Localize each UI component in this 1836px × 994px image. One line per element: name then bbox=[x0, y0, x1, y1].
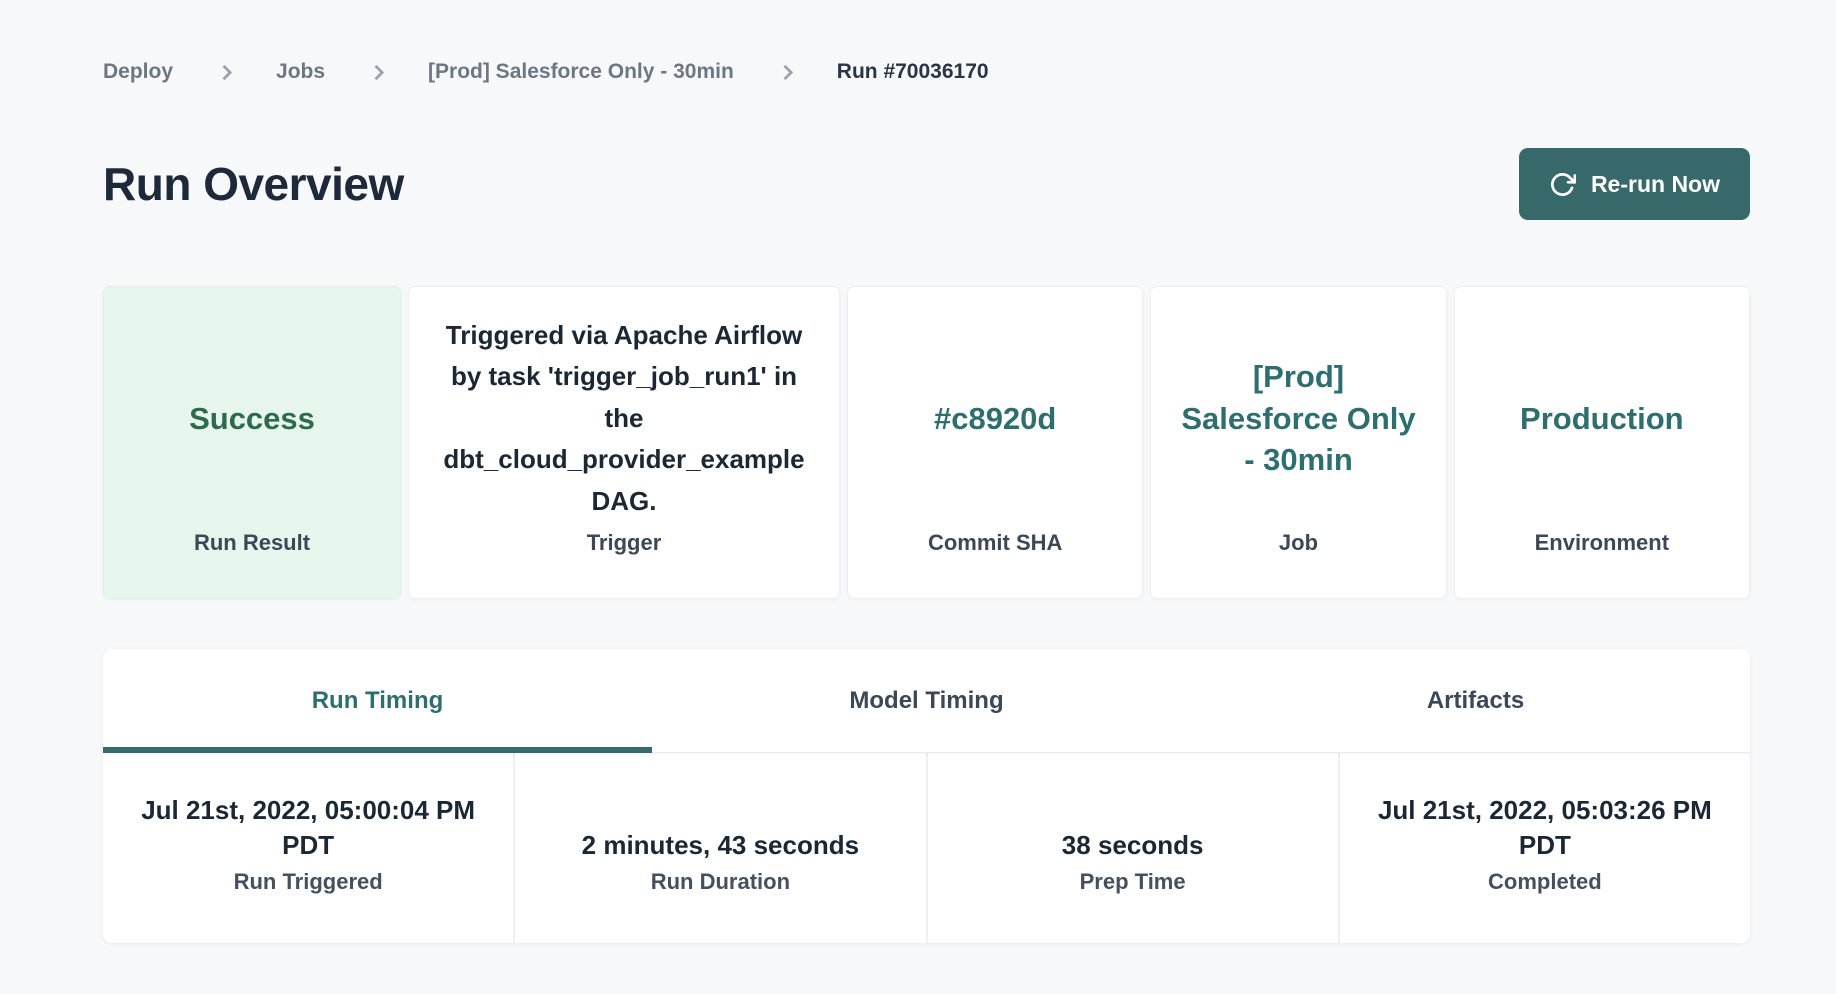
trigger-value: Triggered via Apache Airflow by task 'tr… bbox=[438, 315, 810, 523]
breadcrumb-item-jobs[interactable]: Jobs bbox=[276, 60, 325, 84]
breadcrumb: Deploy Jobs [Prod] Salesforce Only - 30m… bbox=[103, 60, 1750, 84]
tab-artifacts[interactable]: Artifacts bbox=[1201, 649, 1750, 752]
run-detail-card: Run Timing Model Timing Artifacts Jul 21… bbox=[103, 649, 1750, 943]
breadcrumb-item-deploy[interactable]: Deploy bbox=[103, 60, 173, 84]
environment-card: Production Environment bbox=[1454, 286, 1750, 599]
completed-label: Completed bbox=[1488, 869, 1602, 895]
run-duration-label: Run Duration bbox=[651, 869, 790, 895]
page-title: Run Overview bbox=[103, 157, 404, 211]
tab-bar: Run Timing Model Timing Artifacts bbox=[103, 649, 1750, 753]
chevron-right-icon bbox=[217, 64, 233, 80]
run-triggered-card: Jul 21st, 2022, 05:00:04 PM PDT Run Trig… bbox=[103, 753, 513, 943]
run-triggered-value: Jul 21st, 2022, 05:00:04 PM PDT bbox=[127, 793, 489, 863]
run-result-card: Success Run Result bbox=[103, 286, 401, 599]
trigger-card: Triggered via Apache Airflow by task 'tr… bbox=[408, 286, 840, 599]
completed-value: Jul 21st, 2022, 05:03:26 PM PDT bbox=[1364, 793, 1726, 863]
prep-time-value: 38 seconds bbox=[1062, 828, 1204, 863]
commit-sha-label: Commit SHA bbox=[928, 530, 1062, 598]
job-card: [Prod] Salesforce Only - 30min Job bbox=[1150, 286, 1446, 599]
chevron-right-icon bbox=[369, 64, 385, 80]
job-label: Job bbox=[1279, 530, 1318, 598]
environment-label: Environment bbox=[1535, 530, 1669, 598]
tab-run-timing[interactable]: Run Timing bbox=[103, 649, 652, 752]
environment-link[interactable]: Production bbox=[1520, 398, 1684, 440]
header: Run Overview Re-run Now bbox=[103, 146, 1750, 222]
prep-time-label: Prep Time bbox=[1080, 869, 1186, 895]
run-duration-value: 2 minutes, 43 seconds bbox=[582, 828, 859, 863]
run-summary-cards: Success Run Result Triggered via Apache … bbox=[103, 286, 1750, 599]
run-overview-page: Deploy Jobs [Prod] Salesforce Only - 30m… bbox=[103, 60, 1750, 943]
rerun-now-button[interactable]: Re-run Now bbox=[1519, 148, 1750, 220]
run-result-label: Run Result bbox=[194, 530, 310, 598]
trigger-label: Trigger bbox=[587, 530, 662, 598]
chevron-right-icon bbox=[778, 64, 794, 80]
prep-time-card: 38 seconds Prep Time bbox=[926, 753, 1338, 943]
completed-card: Jul 21st, 2022, 05:03:26 PM PDT Complete… bbox=[1338, 753, 1750, 943]
breadcrumb-item-run-number: Run #70036170 bbox=[837, 60, 989, 84]
breadcrumb-item-job-name[interactable]: [Prod] Salesforce Only - 30min bbox=[428, 60, 734, 84]
job-link[interactable]: [Prod] Salesforce Only - 30min bbox=[1179, 356, 1417, 482]
rotate-cw-icon bbox=[1549, 171, 1576, 198]
commit-sha-card: #c8920d Commit SHA bbox=[847, 286, 1143, 599]
commit-sha-link[interactable]: #c8920d bbox=[934, 398, 1056, 440]
run-result-value: Success bbox=[189, 398, 315, 440]
rerun-now-label: Re-run Now bbox=[1591, 171, 1720, 198]
run-timing-panel: Jul 21st, 2022, 05:00:04 PM PDT Run Trig… bbox=[103, 753, 1750, 943]
run-triggered-label: Run Triggered bbox=[234, 869, 383, 895]
tab-model-timing[interactable]: Model Timing bbox=[652, 649, 1201, 752]
run-duration-card: 2 minutes, 43 seconds Run Duration bbox=[513, 753, 925, 943]
